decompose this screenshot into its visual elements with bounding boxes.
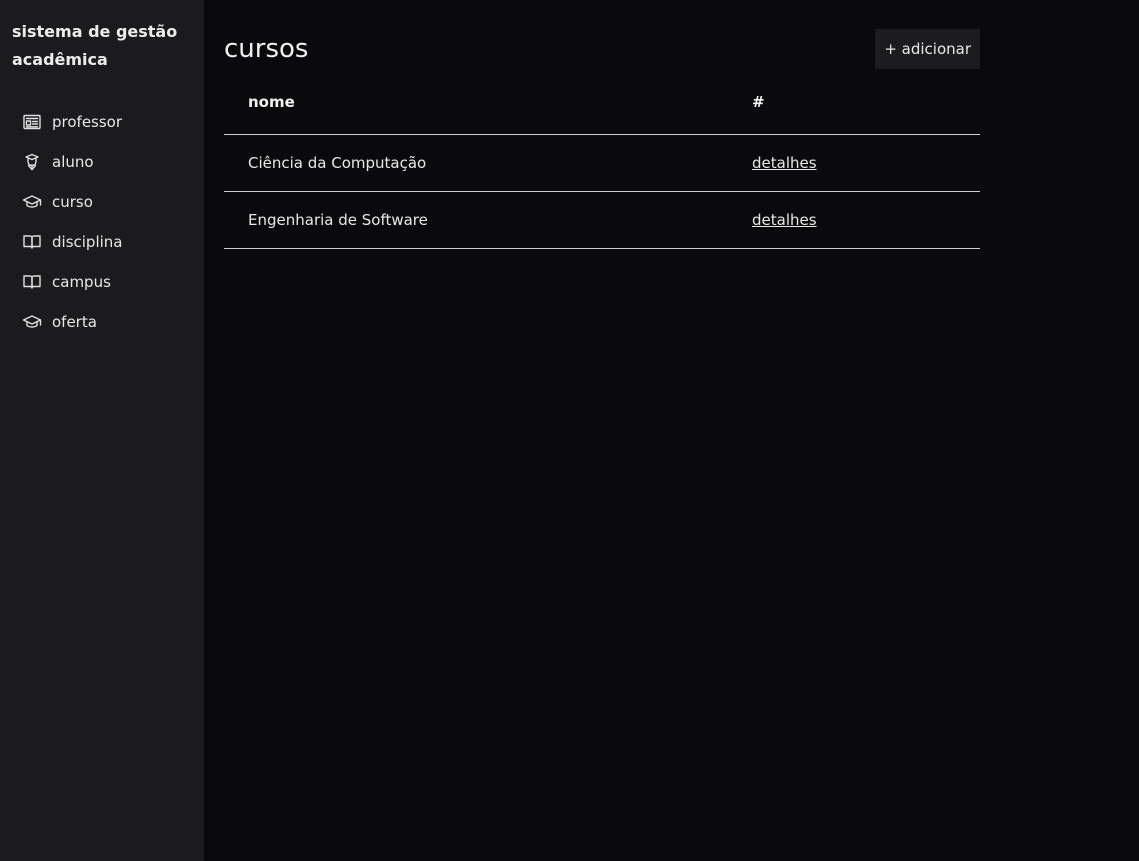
details-link[interactable]: detalhes xyxy=(752,211,817,229)
sidebar-item-professor[interactable]: professor xyxy=(0,102,204,142)
sidebar-item-curso[interactable]: curso xyxy=(0,182,204,222)
sidebar-item-label: aluno xyxy=(52,153,94,171)
app-brand: sistema de gestão acadêmica xyxy=(0,18,204,74)
column-header-actions: # xyxy=(728,69,980,135)
main-content: cursos + adicionar nome # Ciência da Com… xyxy=(204,0,1139,861)
course-name: Ciência da Computação xyxy=(224,134,728,192)
table-row: Engenharia de Software detalhes xyxy=(224,191,980,249)
sidebar-item-label: campus xyxy=(52,273,111,291)
graduation-cap-icon xyxy=(21,191,43,213)
details-cell: detalhes xyxy=(728,134,980,192)
column-header-name: nome xyxy=(224,69,728,135)
sidebar-item-label: oferta xyxy=(52,313,97,331)
page-header: cursos + adicionar xyxy=(224,29,980,69)
student-icon xyxy=(21,151,43,173)
sidebar-item-campus[interactable]: campus xyxy=(0,262,204,302)
book-open-icon xyxy=(21,271,43,293)
sidebar-item-disciplina[interactable]: disciplina xyxy=(0,222,204,262)
courses-table: nome # Ciência da Computação detalhes En… xyxy=(224,69,980,249)
table-row: Ciência da Computação detalhes xyxy=(224,134,980,192)
page-title: cursos xyxy=(224,34,309,64)
graduation-cap-icon xyxy=(21,311,43,333)
id-card-icon xyxy=(21,111,43,133)
details-cell: detalhes xyxy=(728,191,980,249)
table-header-row: nome # xyxy=(224,69,980,135)
sidebar-item-aluno[interactable]: aluno xyxy=(0,142,204,182)
sidebar: sistema de gestão acadêmica professor al… xyxy=(0,0,204,861)
book-open-icon xyxy=(21,231,43,253)
brand-line-1: sistema de gestão xyxy=(12,22,178,41)
sidebar-item-oferta[interactable]: oferta xyxy=(0,302,204,342)
add-button[interactable]: + adicionar xyxy=(875,29,980,69)
brand-line-2: acadêmica xyxy=(12,50,108,69)
app-window: sistema de gestão acadêmica professor al… xyxy=(0,0,1139,861)
course-name: Engenharia de Software xyxy=(224,191,728,249)
sidebar-item-label: professor xyxy=(52,113,123,131)
details-link[interactable]: detalhes xyxy=(752,154,817,172)
sidebar-item-label: curso xyxy=(52,193,93,211)
sidebar-item-label: disciplina xyxy=(52,233,123,251)
